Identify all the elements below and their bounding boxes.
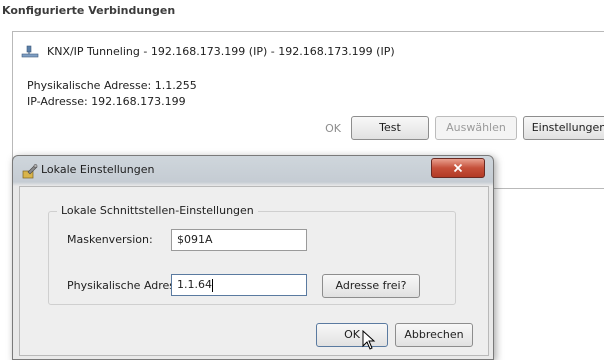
connection-panel[interactable]: KNX/IP Tunneling - 192.168.173.199 (IP) … (12, 31, 604, 151)
group-title: Lokale Schnittstellen-Einstellungen (57, 204, 258, 218)
connection-physical-address: Physikalische Adresse: 1.1.255 (27, 79, 197, 92)
dialog-titlebar[interactable]: Lokale Einstellungen (13, 156, 493, 184)
divider (490, 188, 604, 189)
dialog-buttons: OK Abbrechen (316, 323, 473, 347)
interface-settings-group: Lokale Schnittstellen-Einstellungen Mask… (48, 204, 456, 305)
network-icon (21, 45, 39, 58)
select-button[interactable]: Auswählen (435, 116, 517, 140)
connection-buttons: OK Test Auswählen Einstellungen (313, 116, 604, 140)
section-title: Konfigurierte Verbindungen (0, 0, 604, 22)
ok-button[interactable]: OK (316, 323, 388, 347)
physical-address-value: 1.1.64 (177, 278, 212, 291)
physical-address-input[interactable]: 1.1.64 (171, 274, 307, 296)
address-free-button[interactable]: Adresse frei? (322, 274, 420, 298)
connection-ip-address: IP-Adresse: 192.168.173.199 (27, 95, 186, 108)
settings-button[interactable]: Einstellungen (523, 116, 604, 140)
connection-name: KNX/IP Tunneling - 192.168.173.199 (IP) … (47, 45, 395, 58)
test-button[interactable]: Test (351, 116, 429, 140)
text-cursor (212, 278, 213, 292)
mouse-pointer-icon (362, 330, 376, 350)
local-settings-dialog: Lokale Einstellungen Lokale Schnittstell… (12, 155, 494, 360)
ok-link[interactable]: OK (313, 122, 341, 135)
physical-address-label: Physikalische Adresse: (67, 279, 171, 292)
close-icon (453, 163, 463, 173)
close-button[interactable] (431, 158, 485, 178)
settings-wrench-icon (22, 164, 38, 179)
connection-entry[interactable]: KNX/IP Tunneling - 192.168.173.199 (IP) … (21, 44, 395, 60)
mask-version-label: Maskenversion: (67, 233, 153, 246)
dialog-body: Lokale Schnittstellen-Einstellungen Mask… (19, 186, 489, 356)
cancel-button[interactable]: Abbrechen (395, 323, 473, 347)
mask-version-field[interactable]: $091A (171, 229, 307, 251)
dialog-title: Lokale Einstellungen (41, 163, 155, 176)
